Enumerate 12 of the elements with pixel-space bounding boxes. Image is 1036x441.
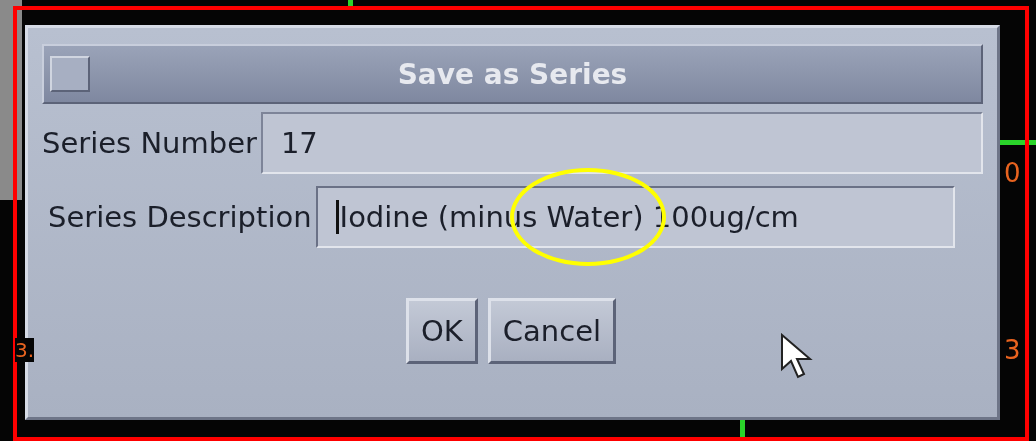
side-label: 3 bbox=[1004, 335, 1021, 365]
input-field[interactable]: 17 bbox=[260, 112, 983, 174]
field-label: Series Description bbox=[48, 200, 313, 234]
dialog-button[interactable]: OK bbox=[406, 298, 478, 364]
mouse-pointer-icon bbox=[780, 333, 814, 379]
window-menu-button[interactable] bbox=[50, 56, 90, 92]
window-title: Save as Series bbox=[396, 57, 629, 91]
field-label: Series Number bbox=[42, 126, 258, 160]
text-cursor bbox=[335, 200, 339, 234]
side-label: 3. bbox=[15, 338, 35, 362]
dialog-button[interactable]: Cancel bbox=[487, 298, 617, 364]
side-label: 0 bbox=[1004, 158, 1021, 188]
